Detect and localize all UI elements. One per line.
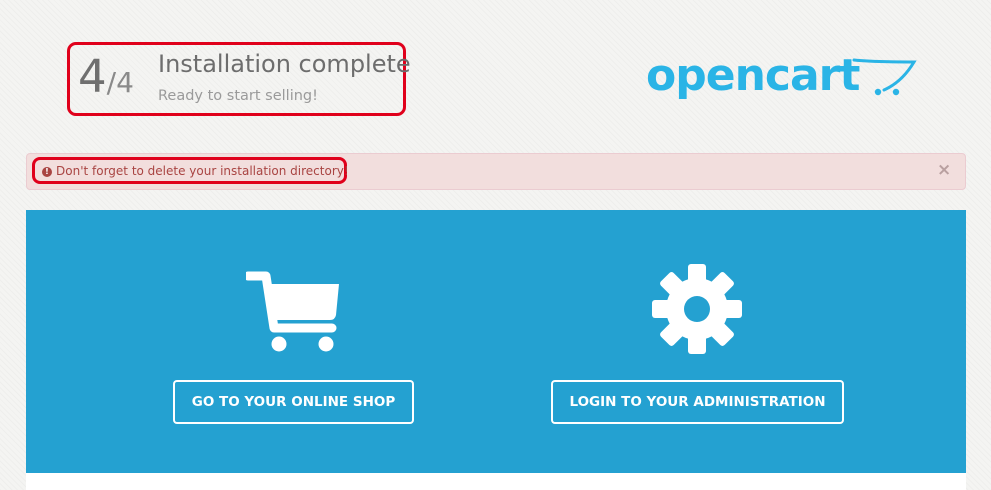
close-icon[interactable]: × [937,162,951,179]
step-counter: 4/4 [78,54,134,99]
panel-footer-strip [26,473,966,490]
page-title: Installation complete [158,50,411,78]
actions-panel: GO TO YOUR ONLINE SHOP LOGIN TO YOUR ADM… [26,210,966,473]
go-to-shop-button[interactable]: GO TO YOUR ONLINE SHOP [173,380,414,424]
warning-alert: ! Don't forget to delete your installati… [26,153,966,190]
opencart-logo: opencart [646,48,918,104]
step-current: 4 [78,50,107,103]
exclamation-circle-icon: ! [42,167,52,177]
login-admin-button[interactable]: LOGIN TO YOUR ADMINISTRATION [551,380,844,424]
cart-logo-icon [852,58,917,96]
gear-icon [652,264,742,354]
step-indicator: 4/4 Installation complete Ready to start… [67,42,411,116]
step-total: /4 [106,66,134,99]
page-subtitle: Ready to start selling! [158,88,318,104]
shopping-cart-icon [246,271,339,352]
alert-message: Don't forget to delete your installation… [56,164,349,178]
logo-text: opencart [646,50,860,101]
